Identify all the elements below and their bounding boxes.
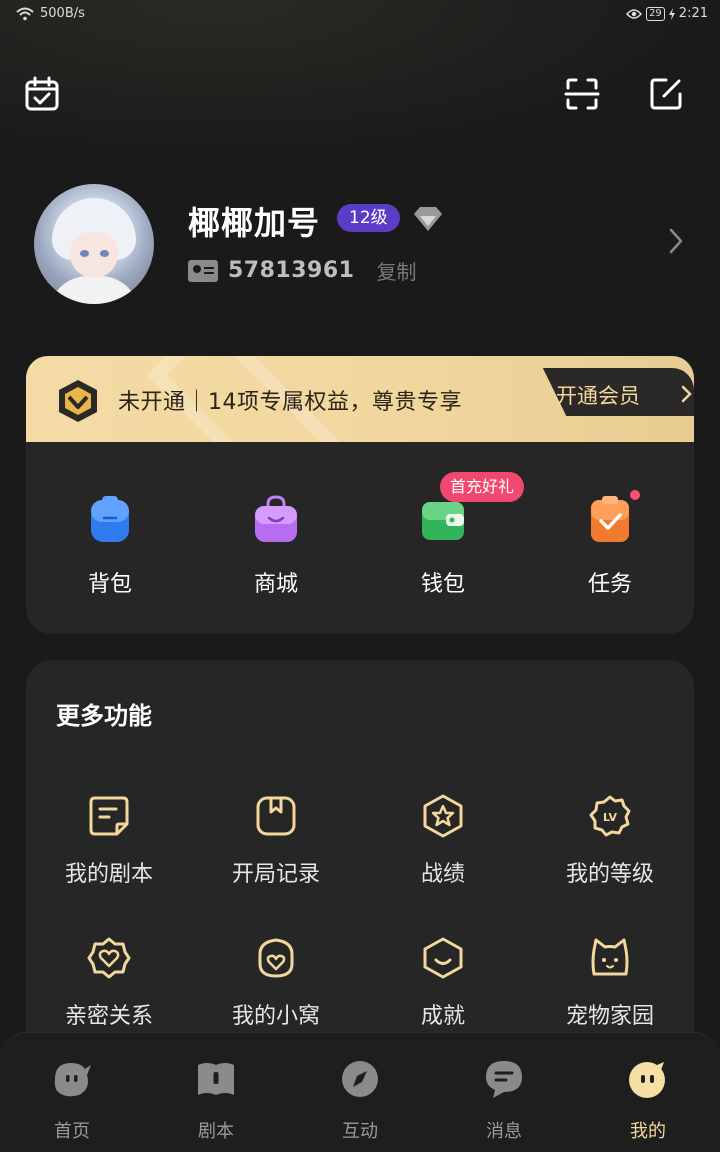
avatar-eye-left [80,250,89,257]
nav-label: 消息 [486,1121,522,1142]
heart-badge-icon [87,937,131,979]
diamond-icon[interactable] [410,204,446,234]
calendar-button[interactable] [22,74,62,114]
nav-label: 剧本 [198,1121,234,1142]
nav-label: 互动 [342,1121,378,1142]
level-badge[interactable]: 12级 [337,204,400,232]
quick-item-label: 任务 [587,572,632,597]
more-features-card: 更多功能 我的剧本 开局记录 战绩 LV 我的等级 亲密关系 我的小窝 成就 宠… [26,660,694,1080]
feature-my-level[interactable]: LV 我的等级 [535,794,685,888]
quick-actions-card: 背包 商城 钱包 任务 [26,442,694,634]
charging-icon [668,7,675,20]
notification-dot [630,490,640,500]
feature-my-nest[interactable]: 我的小窝 [201,936,351,1030]
feature-label: 开局记录 [231,862,320,887]
shopping-bag-icon [255,495,297,542]
feature-game-records[interactable]: 开局记录 [201,794,351,888]
chevron-right-icon [681,385,692,403]
home-mascot-icon [54,1063,91,1097]
quick-item-backpack[interactable]: 背包 [50,494,170,598]
nav-interact[interactable]: 互动 [310,1059,410,1143]
nav-messages[interactable]: 消息 [454,1059,554,1143]
open-vip-label[interactable]: 开通会员 [556,380,640,410]
user-id: 57813961 [228,258,355,283]
bookmark-book-icon [256,796,296,836]
heart-home-icon [258,938,294,978]
scan-icon [564,78,600,110]
username: 椰椰加号 [188,204,321,242]
feature-label: 成就 [420,1004,465,1029]
compass-icon [342,1061,378,1097]
feature-label: 我的剧本 [64,862,153,887]
avatar[interactable] [34,184,154,304]
user-id-row: 57813961 复制 [188,256,416,285]
star-badge-icon [423,794,463,838]
avatar-body [48,276,140,304]
nav-profile[interactable]: 我的 [598,1059,698,1143]
quick-item-wallet[interactable]: 钱包 [383,494,503,598]
feature-my-scripts[interactable]: 我的剧本 [34,794,184,888]
feature-label: 我的等级 [565,862,654,887]
feature-pet-home[interactable]: 宠物家园 [535,936,685,1030]
svg-text:LV: LV [603,811,617,824]
bottom-navigation: 首页 剧本 互动 消息 我的 [0,1032,720,1152]
section-title: 更多功能 [56,702,152,730]
quick-item-label: 商城 [253,572,298,597]
chevron-right-icon[interactable] [664,226,688,256]
calendar-check-icon [25,76,59,111]
nav-home[interactable]: 首页 [22,1059,122,1143]
feature-battle-record[interactable]: 战绩 [368,794,518,888]
eye-icon [626,8,643,19]
copy-id-button[interactable]: 复制 [376,256,416,285]
id-card-icon [188,259,218,282]
cat-face-icon [591,938,629,976]
task-clipboard-icon [591,496,629,542]
feature-label: 亲密关系 [64,1004,153,1029]
feature-label: 我的小窝 [231,1004,320,1029]
edit-button[interactable] [646,74,686,114]
quick-item-label: 钱包 [420,572,465,597]
vip-benefits-text: 未开通｜14项专属权益，尊贵专享 [118,390,462,415]
edit-icon [650,78,682,110]
chat-bubble-icon [486,1061,522,1098]
quick-item-label: 背包 [87,572,132,597]
feature-intimacy[interactable]: 亲密关系 [34,936,184,1030]
avatar-eye-right [100,250,109,257]
status-bar: 500B/s 29 2:21 [0,0,720,28]
quick-item-tasks[interactable]: 任务 [550,494,670,598]
smile-hexagon-icon [423,937,463,979]
level-badge-icon: LV [589,795,631,837]
backpack-icon [91,496,129,542]
first-recharge-badge: 首充好礼 [440,472,525,502]
avatar-face [70,232,118,278]
scan-button[interactable] [562,74,602,114]
feature-achievements[interactable]: 成就 [368,936,518,1030]
wifi-icon [16,7,34,20]
profile-mascot-icon [629,1062,665,1098]
script-note-icon [89,796,129,836]
feature-label: 宠物家园 [565,1004,654,1029]
feature-label: 战绩 [420,862,465,887]
network-speed: 500B/s [40,6,85,21]
clock: 2:21 [678,6,708,21]
battery-level: 29 [646,6,665,21]
vip-emblem-icon [59,380,97,422]
nav-scripts[interactable]: 剧本 [166,1059,266,1143]
nav-label: 我的 [630,1121,666,1142]
vip-banner[interactable]: 未开通｜14项专属权益，尊贵专享 开通会员 [26,356,694,442]
book-icon [198,1063,234,1095]
quick-item-mall[interactable]: 商城 [216,494,336,598]
nav-label: 首页 [54,1121,90,1142]
